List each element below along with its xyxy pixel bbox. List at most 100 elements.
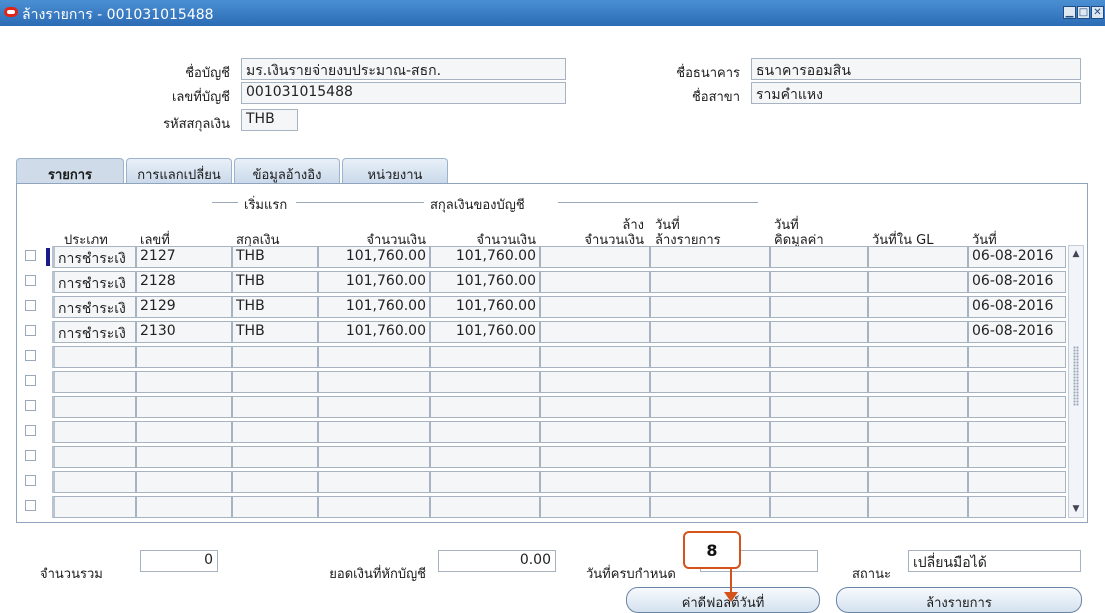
- cell-type[interactable]: การชำระเงิ: [52, 271, 136, 293]
- table-row[interactable]: การชำระเงิ 2127 THB 101,760.00 101,760.0…: [0, 246, 1105, 268]
- cell-amount1[interactable]: 101,760.00: [318, 321, 430, 343]
- cell-amount2[interactable]: [430, 471, 540, 493]
- cell-amount2[interactable]: 101,760.00: [430, 321, 540, 343]
- row-select-checkbox[interactable]: [25, 500, 36, 511]
- table-row[interactable]: [0, 446, 1105, 468]
- table-row[interactable]: การชำระเงิ 2128 THB 101,760.00 101,760.0…: [0, 271, 1105, 293]
- row-select-checkbox[interactable]: [25, 300, 36, 311]
- cell-amount1[interactable]: 101,760.00: [318, 246, 430, 268]
- row-select-checkbox[interactable]: [25, 275, 36, 286]
- cell-amount2[interactable]: [430, 421, 540, 443]
- cell-cleared-amount[interactable]: [540, 346, 650, 368]
- clear-transactions-button[interactable]: ล้างรายการ: [836, 587, 1082, 613]
- cell-date[interactable]: [968, 446, 1066, 468]
- cell-date[interactable]: 06-08-2016: [968, 246, 1066, 268]
- cell-gl-date[interactable]: [868, 446, 968, 468]
- cell-date[interactable]: [968, 471, 1066, 493]
- cell-number[interactable]: [136, 471, 232, 493]
- row-select-checkbox[interactable]: [25, 475, 36, 486]
- cell-amount1[interactable]: [318, 346, 430, 368]
- cell-number[interactable]: [136, 496, 232, 518]
- cell-amount2[interactable]: [430, 371, 540, 393]
- cell-cleared-date[interactable]: [650, 296, 770, 318]
- tab-reference[interactable]: ข้อมูลอ้างอิง: [234, 158, 340, 184]
- cell-cleared-amount[interactable]: [540, 421, 650, 443]
- cell-amount2[interactable]: 101,760.00: [430, 271, 540, 293]
- cell-currency[interactable]: THB: [232, 271, 318, 293]
- cell-cleared-date[interactable]: [650, 446, 770, 468]
- cell-amount2[interactable]: 101,760.00: [430, 296, 540, 318]
- cell-type[interactable]: [52, 496, 136, 518]
- cell-number[interactable]: 2127: [136, 246, 232, 268]
- cell-cleared-date[interactable]: [650, 371, 770, 393]
- currency-field[interactable]: THB: [241, 109, 298, 131]
- cell-type[interactable]: [52, 346, 136, 368]
- cell-currency[interactable]: [232, 371, 318, 393]
- table-row[interactable]: [0, 396, 1105, 418]
- cell-cleared-amount[interactable]: [540, 471, 650, 493]
- default-date-button[interactable]: ค่าดีฟอลต์วันที่: [626, 587, 820, 613]
- cell-cleared-date[interactable]: [650, 421, 770, 443]
- row-select-checkbox[interactable]: [25, 425, 36, 436]
- cell-number[interactable]: 2128: [136, 271, 232, 293]
- scroll-up-icon[interactable]: ▲: [1069, 246, 1083, 262]
- cell-date[interactable]: [968, 371, 1066, 393]
- table-row[interactable]: การชำระเงิ 2129 THB 101,760.00 101,760.0…: [0, 296, 1105, 318]
- account-name-field[interactable]: มร.เงินรายจ่ายงบประมาณ-สธก.: [241, 58, 566, 80]
- cell-gl-date[interactable]: [868, 396, 968, 418]
- cell-value-date[interactable]: [770, 346, 868, 368]
- cell-type[interactable]: [52, 471, 136, 493]
- cell-currency[interactable]: THB: [232, 246, 318, 268]
- cell-cleared-amount[interactable]: [540, 321, 650, 343]
- cell-type[interactable]: การชำระเงิ: [52, 246, 136, 268]
- cell-number[interactable]: [136, 371, 232, 393]
- cell-amount2[interactable]: 101,760.00: [430, 246, 540, 268]
- cell-cleared-amount[interactable]: [540, 246, 650, 268]
- bank-name-field[interactable]: ธนาคารออมสิน: [751, 58, 1081, 80]
- cell-gl-date[interactable]: [868, 246, 968, 268]
- cell-gl-date[interactable]: [868, 296, 968, 318]
- cell-currency[interactable]: [232, 446, 318, 468]
- cell-number[interactable]: [136, 446, 232, 468]
- cell-currency[interactable]: [232, 346, 318, 368]
- cell-cleared-amount[interactable]: [540, 496, 650, 518]
- cell-cleared-date[interactable]: [650, 346, 770, 368]
- cell-cleared-amount[interactable]: [540, 296, 650, 318]
- cell-value-date[interactable]: [770, 271, 868, 293]
- table-row[interactable]: การชำระเงิ 2130 THB 101,760.00 101,760.0…: [0, 321, 1105, 343]
- minimize-icon[interactable]: ▁: [1063, 6, 1076, 19]
- cell-currency[interactable]: THB: [232, 296, 318, 318]
- cell-value-date[interactable]: [770, 396, 868, 418]
- cell-value-date[interactable]: [770, 246, 868, 268]
- scroll-grip[interactable]: [1073, 346, 1079, 406]
- table-scrollbar[interactable]: ▲ ▼: [1068, 245, 1084, 518]
- cell-date[interactable]: [968, 396, 1066, 418]
- cell-cleared-amount[interactable]: [540, 271, 650, 293]
- cell-value-date[interactable]: [770, 296, 868, 318]
- row-select-checkbox[interactable]: [25, 250, 36, 261]
- scroll-down-icon[interactable]: ▼: [1069, 501, 1083, 517]
- cell-date[interactable]: 06-08-2016: [968, 321, 1066, 343]
- cell-type[interactable]: [52, 446, 136, 468]
- cell-cleared-date[interactable]: [650, 471, 770, 493]
- cell-gl-date[interactable]: [868, 321, 968, 343]
- cell-type[interactable]: การชำระเงิ: [52, 321, 136, 343]
- cell-cleared-date[interactable]: [650, 496, 770, 518]
- cell-gl-date[interactable]: [868, 371, 968, 393]
- cell-value-date[interactable]: [770, 421, 868, 443]
- cell-amount1[interactable]: [318, 446, 430, 468]
- cell-type[interactable]: [52, 371, 136, 393]
- cell-amount1[interactable]: 101,760.00: [318, 271, 430, 293]
- table-row[interactable]: [0, 346, 1105, 368]
- branch-field[interactable]: รามคำแหง: [751, 82, 1081, 104]
- cell-amount1[interactable]: [318, 471, 430, 493]
- tab-exchange[interactable]: การแลกเปลี่ยน: [126, 158, 232, 184]
- cell-cleared-date[interactable]: [650, 246, 770, 268]
- count-field[interactable]: 0: [140, 550, 218, 572]
- maximize-icon[interactable]: □: [1077, 6, 1090, 19]
- cell-amount1[interactable]: [318, 371, 430, 393]
- cell-number[interactable]: [136, 346, 232, 368]
- cell-currency[interactable]: [232, 421, 318, 443]
- cell-date[interactable]: [968, 346, 1066, 368]
- cell-value-date[interactable]: [770, 471, 868, 493]
